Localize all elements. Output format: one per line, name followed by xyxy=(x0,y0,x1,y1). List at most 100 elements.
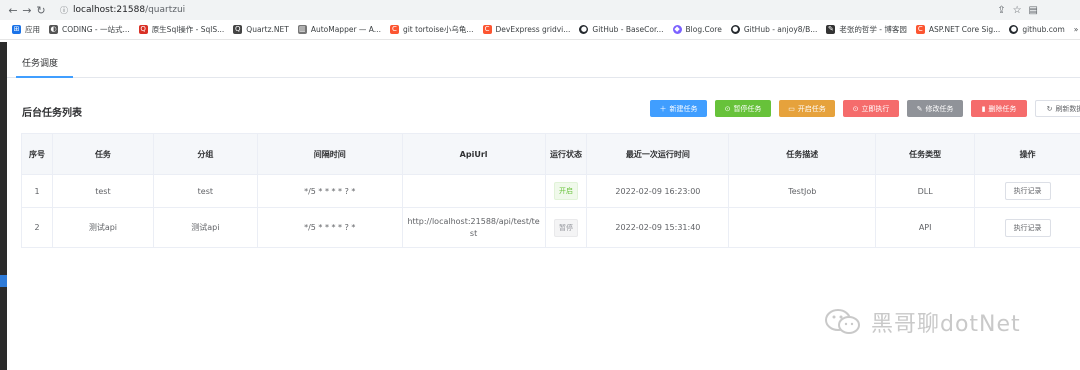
apps-grid-icon: ⊞ xyxy=(12,25,21,34)
reload-icon[interactable]: ↻ xyxy=(34,4,48,17)
execution-log-button[interactable]: 执行记录 xyxy=(1004,218,1051,237)
task-table: 序号 任务 分组 间隔时间 ApiUrl 运行状态 最近一次运行时间 任务描述 … xyxy=(21,133,1080,248)
csdn-icon: C xyxy=(482,25,492,34)
watermark-text: 黑哥聊dotNet xyxy=(871,312,1021,337)
cell-last-run: 2022-02-09 16:23:00 xyxy=(587,175,730,207)
header-apiurl[interactable]: ApiUrl xyxy=(403,134,546,174)
cnblogs-icon: ✎ xyxy=(826,25,836,34)
bookmark-github[interactable]: ● github.com xyxy=(1009,25,1065,34)
url-path: /quartzui xyxy=(145,5,186,15)
active-tab-indicator xyxy=(16,76,73,78)
cell-description: TestJob xyxy=(729,175,877,207)
automapper-icon: ▥ xyxy=(297,25,307,34)
csdn-icon: C xyxy=(389,25,399,34)
bookmark-github-anjoy8[interactable]: ● GitHub - anjoy8/B... xyxy=(730,25,817,34)
cell-apiurl: http://localhost:21588/api/test/test xyxy=(403,208,546,247)
edit-task-button[interactable]: ✎ 修改任务 xyxy=(907,100,963,117)
table-row[interactable]: 1 test test */5 * * * * ? * 开启 2022-02-0… xyxy=(22,175,1080,208)
bookmark-apps[interactable]: ⊞ 应用 xyxy=(12,24,40,35)
cell-task: 测试api xyxy=(53,208,154,247)
cell-actions: 执行记录 xyxy=(975,175,1080,207)
cell-type: API xyxy=(876,208,976,247)
forward-arrow-icon[interactable]: → xyxy=(20,4,34,17)
cell-apiurl xyxy=(403,175,546,207)
status-badge: 暂停 xyxy=(554,218,578,237)
bookmark-blog-core[interactable]: ◆ Blog.Core xyxy=(672,25,722,34)
github-icon: ● xyxy=(730,25,740,34)
run-now-button[interactable]: ⊙ 立即执行 xyxy=(843,100,899,117)
cell-status: 暂停 xyxy=(546,208,588,247)
new-task-button[interactable]: ＋新建任务 xyxy=(650,100,707,117)
play-icon: ▭ xyxy=(788,105,795,113)
header-actions[interactable]: 操作 xyxy=(975,134,1080,174)
header-description[interactable]: 任务描述 xyxy=(729,134,877,174)
header-interval[interactable]: 间隔时间 xyxy=(258,134,403,174)
start-task-button[interactable]: ▭ 开启任务 xyxy=(779,100,835,117)
url-field[interactable]: ⓘ localhost:21588 /quartzui ⇪ ☆ ▤ xyxy=(56,2,1046,18)
bookmark-devexpress[interactable]: C DevExpress gridvi... xyxy=(482,25,570,34)
menu-icon[interactable]: ▤ xyxy=(1029,5,1038,16)
window-accent xyxy=(0,275,7,287)
cell-status: 开启 xyxy=(546,175,588,207)
quartz-icon: Q xyxy=(233,25,243,34)
sql-icon: Q xyxy=(138,25,148,34)
csdn-icon: C xyxy=(915,25,925,34)
header-type[interactable]: 任务类型 xyxy=(876,134,976,174)
more-bookmarks-button[interactable]: » xyxy=(1074,25,1079,34)
github-icon: ● xyxy=(1009,25,1019,34)
header-status[interactable]: 运行状态 xyxy=(546,134,588,174)
bookmarks-bar: ⊞ 应用 ◐ CODING - 一站式... Q 原生Sql操作 - SqlS... … xyxy=(0,20,1080,40)
cell-actions: 执行记录 xyxy=(975,208,1080,247)
cell-index: 1 xyxy=(22,175,53,207)
status-badge: 开启 xyxy=(554,182,578,200)
tab-bar: 任务调度 xyxy=(7,48,1080,78)
watermark: 黑哥聊dotNet xyxy=(823,306,1021,338)
left-window-strip xyxy=(0,42,7,370)
cell-group: test xyxy=(154,175,258,207)
back-arrow-icon[interactable]: ← xyxy=(6,4,20,17)
cell-index: 2 xyxy=(22,208,53,247)
execution-log-button[interactable]: 执行记录 xyxy=(1004,182,1051,200)
header-group[interactable]: 分组 xyxy=(154,134,258,174)
blog-icon: ◆ xyxy=(672,25,682,34)
info-icon[interactable]: ⓘ xyxy=(60,5,68,16)
run-icon: ⊙ xyxy=(852,105,859,113)
bookmark-quartz[interactable]: Q Quartz.NET xyxy=(233,25,289,34)
refresh-data-button[interactable]: ↻ 刷新数据 xyxy=(1035,100,1080,117)
bookmark-cnblogs[interactable]: ✎ 老张的哲学 - 博客园 xyxy=(826,24,907,35)
cell-type: DLL xyxy=(876,175,976,207)
cell-description xyxy=(729,208,877,247)
refresh-icon: ↻ xyxy=(1046,105,1053,113)
edit-icon: ✎ xyxy=(916,105,923,113)
plus-icon: ＋ xyxy=(659,105,667,113)
header-last-run[interactable]: 最近一次运行时间 xyxy=(587,134,730,174)
cell-interval: */5 * * * * ? * xyxy=(258,175,403,207)
table-header-row: 序号 任务 分组 间隔时间 ApiUrl 运行状态 最近一次运行时间 任务描述 … xyxy=(22,134,1080,175)
bookmark-aspnet[interactable]: C ASP.NET Core Sig... xyxy=(915,25,1000,34)
tab-task-schedule[interactable]: 任务调度 xyxy=(22,56,58,69)
delete-task-button[interactable]: ▮ 删除任务 xyxy=(971,100,1027,117)
cell-task: test xyxy=(53,175,154,207)
browser-address-bar: ← → ↻ ⓘ localhost:21588 /quartzui ⇪ ☆ ▤ xyxy=(0,0,1080,20)
bookmark-automapper[interactable]: ▥ AutoMapper — A... xyxy=(297,25,381,34)
cell-last-run: 2022-02-09 15:31:40 xyxy=(587,208,730,247)
header-task[interactable]: 任务 xyxy=(53,134,154,174)
toolbar: ＋新建任务 ⊙ 暂停任务 ▭ 开启任务 ⊙ 立即执行 ✎ 修改任务 ▮ 删除任务 ↻ 刷新数… xyxy=(650,100,1080,117)
share-icon[interactable]: ⇪ xyxy=(997,5,1005,16)
coding-icon: ◐ xyxy=(49,25,58,34)
bookmark-sql[interactable]: Q 原生Sql操作 - SqlS... xyxy=(138,24,224,35)
bookmark-git-tortoise[interactable]: Cgit tortoise小乌龟... xyxy=(389,24,474,35)
pause-task-button[interactable]: ⊙ 暂停任务 xyxy=(715,100,771,117)
url-host: localhost:21588 xyxy=(73,5,146,15)
bookmark-coding[interactable]: ◐ CODING - 一站式... xyxy=(49,24,130,35)
table-row[interactable]: 2 测试api 测试api */5 * * * * ? * http://loc… xyxy=(22,208,1080,248)
header-index[interactable]: 序号 xyxy=(22,134,53,174)
github-icon: ● xyxy=(579,25,589,34)
pause-icon: ⊙ xyxy=(724,105,731,113)
cell-interval: */5 * * * * ? * xyxy=(258,208,403,247)
bookmark-star-icon[interactable]: ☆ xyxy=(1013,5,1022,16)
trash-icon: ▮ xyxy=(981,105,986,113)
page-title: 后台任务列表 xyxy=(22,108,82,119)
cell-group: 测试api xyxy=(154,208,258,247)
bookmark-github-basecore[interactable]: ● GitHub - BaseCor... xyxy=(579,25,664,34)
